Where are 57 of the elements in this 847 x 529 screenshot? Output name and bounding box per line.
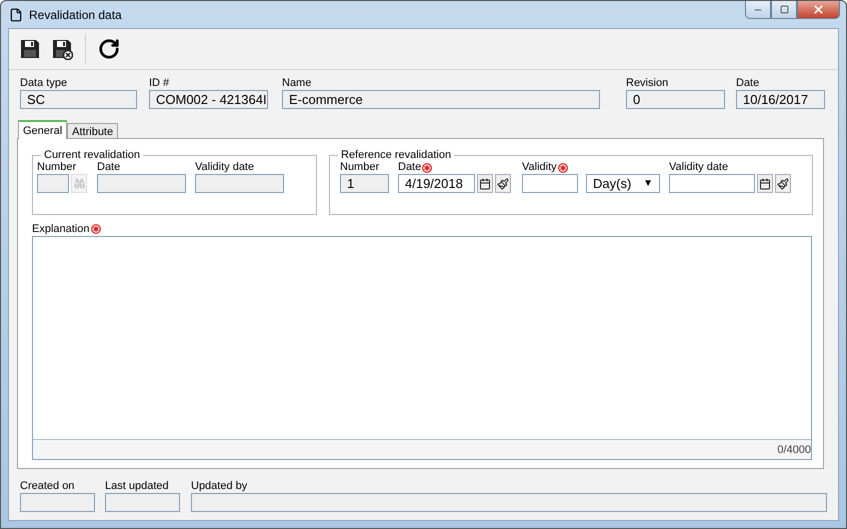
- brush-icon: [497, 178, 509, 190]
- field-label: Created on: [20, 480, 76, 493]
- field-label: Date: [736, 77, 760, 90]
- close-icon: [812, 3, 825, 16]
- field-label: Validity: [522, 161, 578, 174]
- explanation-field[interactable]: 0/4000: [32, 236, 812, 460]
- maximize-button[interactable]: [771, 1, 797, 19]
- character-counter: 0/4000: [777, 444, 811, 456]
- input-field[interactable]: SC: [20, 90, 137, 109]
- field-label: Validity date: [195, 161, 256, 174]
- input-field[interactable]: 0: [626, 90, 725, 109]
- tab[interactable]: Attribute: [67, 123, 118, 139]
- calendar-button[interactable]: [757, 174, 773, 193]
- input-field[interactable]: [37, 174, 69, 193]
- calendar-icon: [759, 178, 771, 190]
- field-label: Date: [97, 161, 122, 174]
- field-label: Last updated: [105, 480, 170, 493]
- unit-select[interactable]: Day(s) ▼: [586, 174, 660, 193]
- brush-button[interactable]: [775, 174, 791, 193]
- required-icon: [558, 162, 568, 172]
- window-title: Revalidation data: [29, 8, 122, 22]
- input-field[interactable]: [97, 174, 186, 193]
- field-label: Date: [398, 161, 511, 174]
- close-button[interactable]: [797, 1, 840, 19]
- input-field[interactable]: [669, 174, 755, 193]
- field-label: Updated by: [191, 480, 248, 493]
- input-field[interactable]: [195, 174, 284, 193]
- group-title: Reference revalidation: [340, 149, 452, 161]
- required-icon: [422, 162, 432, 172]
- input-field[interactable]: [105, 493, 180, 512]
- dropdown-icon: ▼: [643, 178, 653, 189]
- input-field[interactable]: 10/16/2017: [736, 90, 825, 109]
- input-field[interactable]: 1: [340, 174, 389, 193]
- maximize-icon: [780, 5, 788, 14]
- field-label: Number: [340, 161, 380, 174]
- group-title: Current revalidation: [43, 149, 141, 161]
- input-field[interactable]: [522, 174, 578, 193]
- input-field[interactable]: [191, 493, 827, 512]
- calendar-button[interactable]: [477, 174, 493, 193]
- required-icon: [90, 224, 100, 234]
- field-label: Data type: [20, 77, 68, 90]
- tab[interactable]: General: [18, 120, 68, 139]
- brush-icon: [777, 178, 789, 190]
- input-field[interactable]: COM002 - 421364I: [149, 90, 268, 109]
- field-label: Revision: [626, 77, 670, 90]
- explanation-label: Explanation: [32, 223, 813, 235]
- input-field[interactable]: E-commerce: [282, 90, 600, 109]
- brush-button[interactable]: [495, 174, 511, 193]
- binoculars-icon: [74, 178, 84, 189]
- field-label: Validity date: [669, 161, 730, 174]
- document-icon: [9, 8, 23, 22]
- input-field[interactable]: [20, 493, 95, 512]
- field-label: Number: [37, 161, 78, 174]
- input-field[interactable]: 4/19/2018: [398, 174, 475, 193]
- field-label: ID #: [149, 77, 170, 90]
- calendar-icon: [479, 178, 491, 190]
- field-label: Name: [282, 77, 312, 90]
